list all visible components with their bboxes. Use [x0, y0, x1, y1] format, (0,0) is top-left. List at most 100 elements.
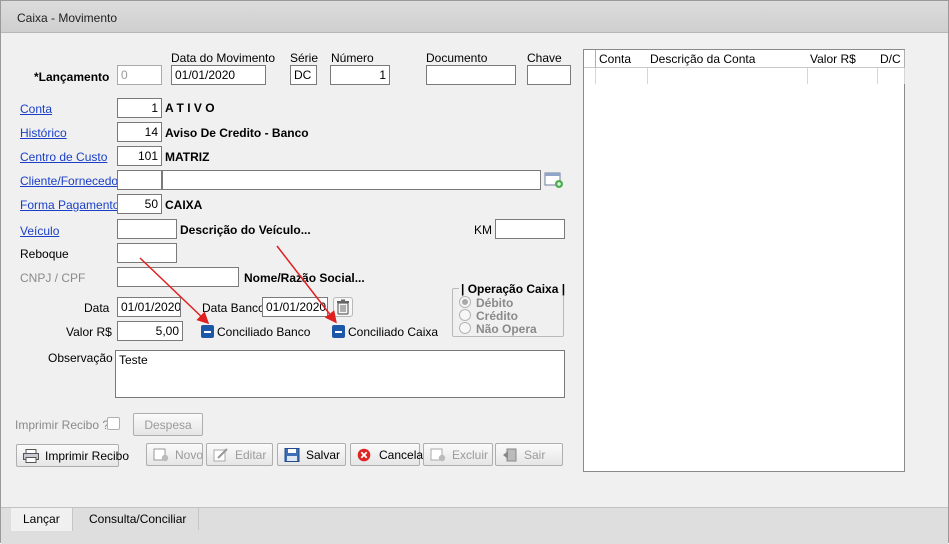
editar-button[interactable]: Editar — [206, 443, 273, 466]
conta-desc: A T I V O — [165, 101, 215, 115]
novo-label: Novo — [175, 447, 204, 462]
forma-pagamento-link[interactable]: Forma Pagamento — [20, 198, 119, 212]
forma-pagamento-desc: CAIXA — [165, 198, 203, 212]
trash-icon[interactable] — [333, 297, 353, 317]
conta-code-field[interactable]: 1 — [117, 98, 162, 118]
data-movimento-label: Data do Movimento — [171, 51, 276, 65]
operacao-caixa-title: | Operação Caixa | — [459, 282, 568, 296]
caixa-movimento-window: Caixa - Movimento Data do Movimento Séri… — [0, 0, 949, 544]
grid-header-descricao[interactable]: Descrição da Conta — [647, 50, 808, 68]
debito-radio[interactable] — [459, 296, 471, 308]
delete-icon — [430, 448, 446, 462]
debito-label: Débito — [476, 296, 514, 310]
numero-field[interactable]: 1 — [330, 65, 390, 85]
cliente-code-field[interactable] — [117, 170, 162, 190]
lancamentos-grid[interactable]: Conta Descrição da Conta Valor R$ D/C — [583, 49, 905, 472]
grid-indicator-header — [584, 50, 596, 68]
historico-desc: Aviso De Credito - Banco — [165, 126, 309, 140]
data-field[interactable]: 01/01/2020 — [117, 297, 181, 317]
observacao-textarea[interactable]: Teste — [115, 350, 565, 398]
data-banco-label: Data Banco — [202, 301, 265, 315]
conciliado-caixa-label: Conciliado Caixa — [348, 325, 439, 339]
imprimir-recibo-check-label: Imprimir Recibo ? — [15, 418, 110, 432]
grid-col-valor — [807, 68, 878, 84]
chave-field[interactable] — [527, 65, 571, 85]
credito-label: Crédito — [476, 309, 518, 323]
new-document-icon — [153, 448, 169, 462]
cancel-icon — [357, 448, 373, 462]
excluir-button[interactable]: Excluir — [423, 443, 493, 466]
razao-social-desc: Nome/Razão Social... — [244, 271, 365, 285]
chave-label: Chave — [527, 51, 562, 65]
despesa-label: Despesa — [144, 417, 192, 432]
observacao-label: Observação — [48, 351, 113, 365]
cliente-fornecedor-link[interactable]: Cliente/Fornecedor — [20, 174, 122, 188]
editar-label: Editar — [235, 447, 267, 462]
sair-label: Sair — [524, 447, 546, 462]
km-field[interactable] — [495, 219, 565, 239]
veiculo-desc: Descrição do Veículo... — [180, 223, 311, 237]
centro-custo-desc: MATRIZ — [165, 150, 210, 164]
historico-code-field[interactable]: 14 — [117, 122, 162, 142]
data-label: Data — [84, 301, 110, 315]
data-movimento-field[interactable]: 01/01/2020 — [171, 65, 266, 85]
serie-label: Série — [290, 51, 319, 65]
serie-field[interactable]: DC — [290, 65, 317, 85]
imprimir-recibo-button[interactable]: Imprimir Recibo — [16, 444, 129, 467]
title-bar: Caixa - Movimento — [1, 1, 948, 33]
cancelar-label: Cancelar — [379, 447, 428, 462]
data-banco-field[interactable]: 01/01/2020 — [262, 297, 328, 317]
salvar-label: Salvar — [306, 447, 341, 462]
reboque-label: Reboque — [20, 247, 69, 261]
grid-col-conta — [596, 68, 648, 84]
documento-label: Documento — [426, 51, 488, 65]
tab-consulta-conciliar[interactable]: Consulta/Conciliar — [77, 508, 200, 530]
imprimir-recibo-checkbox[interactable] — [107, 417, 120, 430]
centro-custo-code-field[interactable]: 101 — [117, 146, 162, 166]
nao-opera-radio[interactable] — [459, 322, 471, 334]
valor-label: Valor R$ — [66, 325, 112, 339]
grid-col-dc — [877, 68, 905, 84]
exit-icon — [502, 448, 518, 462]
conciliado-banco-label: Conciliado Banco — [217, 325, 311, 339]
save-icon — [284, 447, 300, 462]
veiculo-code-field[interactable] — [117, 219, 177, 239]
cnpj-cpf-label: CNPJ / CPF — [20, 271, 86, 285]
printer-icon — [23, 448, 39, 463]
veiculo-link[interactable]: Veículo — [20, 224, 59, 238]
conta-link[interactable]: Conta — [20, 102, 52, 116]
documento-field[interactable] — [426, 65, 516, 85]
reboque-field[interactable] — [117, 243, 177, 263]
credito-radio[interactable] — [459, 309, 471, 321]
numero-label: Número — [331, 51, 374, 65]
edit-icon — [213, 447, 229, 462]
sair-button[interactable]: Sair — [495, 443, 563, 466]
conciliado-caixa-checkbox[interactable] — [332, 325, 345, 338]
grid-header-valor[interactable]: Valor R$ — [807, 50, 878, 68]
excluir-label: Excluir — [452, 447, 489, 462]
despesa-button[interactable]: Despesa — [133, 413, 203, 436]
tab-lancar[interactable]: Lançar — [11, 508, 73, 531]
cnpj-cpf-field[interactable] — [117, 267, 239, 287]
centro-custo-link[interactable]: Centro de Custo — [20, 150, 107, 164]
imprimir-recibo-label: Imprimir Recibo — [45, 448, 130, 463]
nao-opera-label: Não Opera — [476, 322, 537, 336]
grid-header-dc[interactable]: D/C — [877, 50, 905, 68]
novo-button[interactable]: Novo — [146, 443, 203, 466]
cliente-name-field[interactable] — [162, 170, 541, 190]
grid-col-descricao — [647, 68, 808, 84]
forma-pagamento-code-field[interactable]: 50 — [117, 194, 162, 214]
salvar-button[interactable]: Salvar — [277, 443, 346, 466]
bottom-tab-bar: Lançar Consulta/Conciliar — [1, 507, 948, 544]
valor-field[interactable]: 5,00 — [117, 321, 183, 341]
lancamento-field[interactable]: 0 — [117, 65, 162, 85]
historico-link[interactable]: Histórico — [20, 126, 67, 140]
grid-indicator-col — [584, 68, 596, 84]
conciliado-banco-checkbox[interactable] — [201, 325, 214, 338]
cancelar-button[interactable]: Cancelar — [350, 443, 427, 466]
add-cliente-icon[interactable] — [544, 171, 564, 189]
lancamento-label: *Lançamento — [34, 70, 110, 84]
window-title: Caixa - Movimento — [17, 11, 118, 25]
grid-header-conta[interactable]: Conta — [596, 50, 648, 68]
km-label: KM — [474, 223, 492, 237]
